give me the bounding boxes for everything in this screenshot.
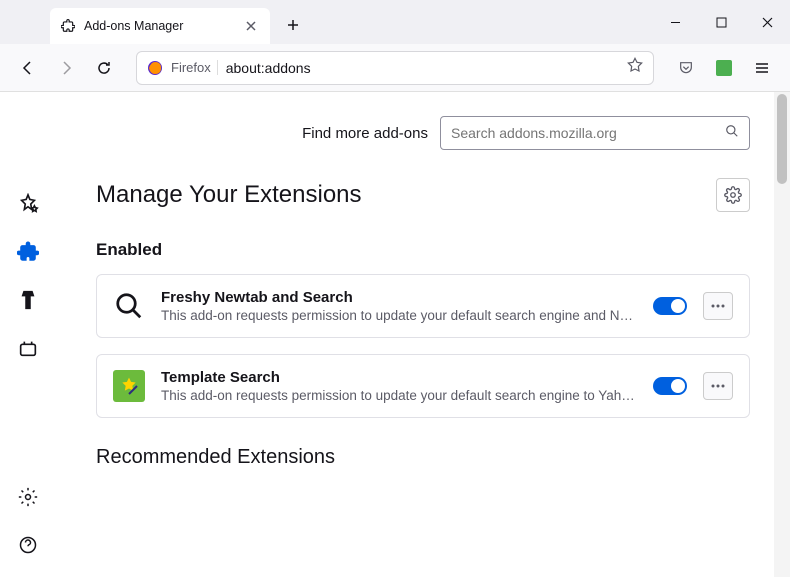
extensions-category[interactable] [12, 236, 44, 268]
recommendations-category[interactable] [12, 188, 44, 220]
puzzle-icon [60, 18, 76, 34]
extension-card[interactable]: Template Search This add-on requests per… [96, 354, 750, 418]
bookmark-star-icon[interactable] [627, 57, 643, 78]
help-button[interactable] [12, 529, 44, 561]
extension-more-button[interactable] [703, 372, 733, 400]
search-icon [725, 124, 739, 143]
url-text: about:addons [226, 60, 619, 76]
magnifier-icon [113, 290, 145, 322]
url-bar[interactable]: Firefox about:addons [136, 51, 654, 85]
extension-info: Freshy Newtab and Search This add-on req… [161, 289, 637, 323]
url-identity: Firefox [171, 60, 218, 75]
green-extension-icon [716, 60, 732, 76]
close-window-button[interactable] [744, 0, 790, 44]
recommended-section-title: Recommended Extensions [96, 446, 750, 469]
extension-name: Freshy Newtab and Search [161, 289, 637, 306]
extension-name: Template Search [161, 369, 637, 386]
main-content: Find more add-ons Manage Your Extensions… [56, 92, 790, 577]
themes-category[interactable] [12, 284, 44, 316]
category-sidebar [0, 92, 56, 577]
maximize-button[interactable] [698, 0, 744, 44]
enabled-section-title: Enabled [96, 240, 750, 260]
back-button[interactable] [12, 52, 44, 84]
window-titlebar: Add-ons Manager [0, 0, 790, 44]
heading-row: Manage Your Extensions [96, 178, 750, 212]
forward-button[interactable] [50, 52, 82, 84]
page-title: Manage Your Extensions [96, 181, 716, 209]
extension-info: Template Search This add-on requests per… [161, 369, 637, 403]
tools-menu-button[interactable] [716, 178, 750, 212]
close-tab-button[interactable] [242, 17, 260, 35]
extension-description: This add-on requests permission to updat… [161, 388, 637, 403]
pocket-button[interactable] [670, 52, 702, 84]
addon-search-input[interactable] [451, 125, 725, 141]
app-menu-button[interactable] [746, 52, 778, 84]
vertical-scrollbar[interactable] [774, 92, 790, 577]
extension-more-button[interactable] [703, 292, 733, 320]
new-tab-button[interactable] [278, 10, 308, 40]
addon-search-box[interactable] [440, 116, 750, 150]
browser-tab[interactable]: Add-ons Manager [50, 8, 270, 44]
browser-toolbar: Firefox about:addons [0, 44, 790, 92]
firefox-icon [147, 60, 163, 76]
minimize-button[interactable] [652, 0, 698, 44]
extension-description: This add-on requests permission to updat… [161, 308, 637, 323]
extension-card[interactable]: Freshy Newtab and Search This add-on req… [96, 274, 750, 338]
scrollbar-thumb[interactable] [777, 94, 787, 184]
find-addons-label: Find more add-ons [302, 125, 428, 142]
tab-title: Add-ons Manager [84, 19, 183, 33]
window-controls [652, 0, 790, 44]
addon-settings-button[interactable] [12, 481, 44, 513]
find-addons-row: Find more add-ons [64, 116, 750, 150]
extension-toolbar-icon[interactable] [708, 52, 740, 84]
enable-toggle[interactable] [653, 297, 687, 315]
template-search-icon [113, 370, 145, 402]
enable-toggle[interactable] [653, 377, 687, 395]
content-area: Find more add-ons Manage Your Extensions… [0, 92, 790, 577]
reload-button[interactable] [88, 52, 120, 84]
plugins-category[interactable] [12, 332, 44, 364]
